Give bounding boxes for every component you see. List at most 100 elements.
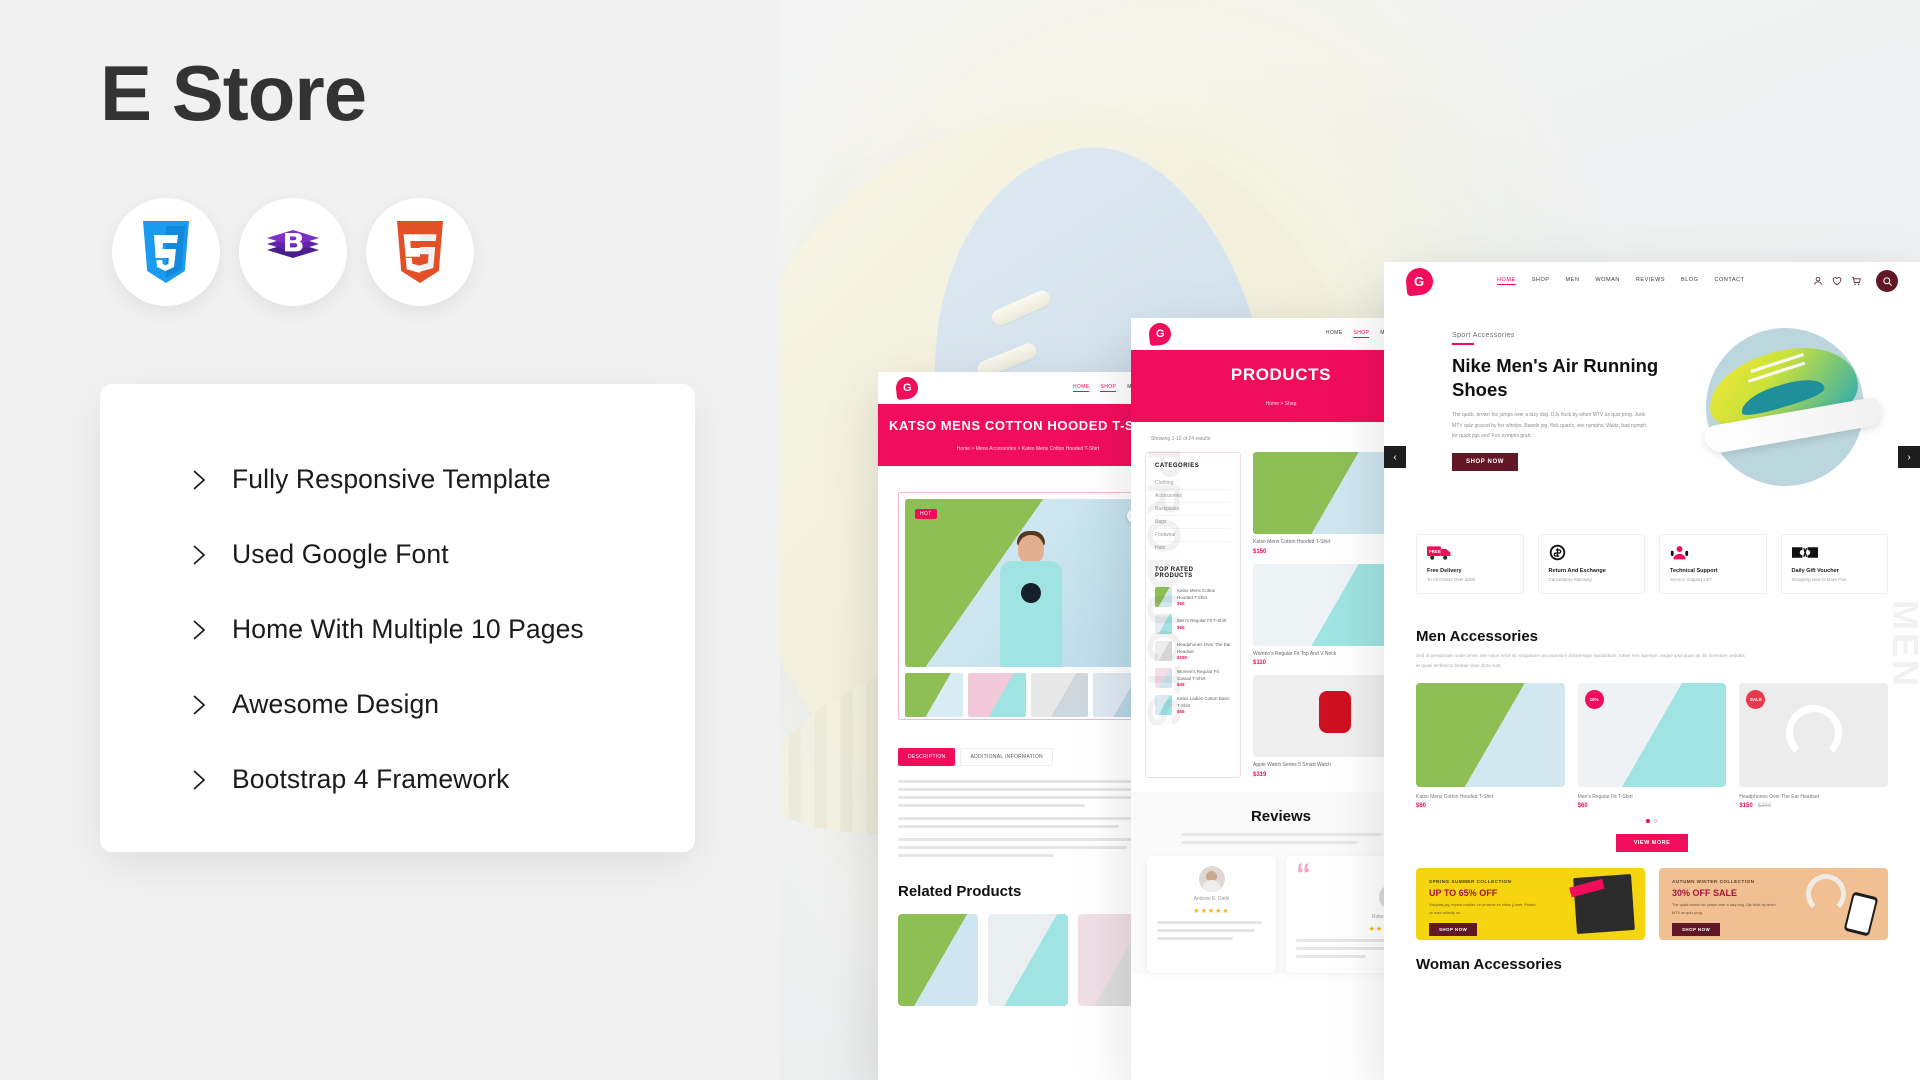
search-icon[interactable] xyxy=(1876,270,1898,292)
review-card[interactable]: Andrew E. Diehl ★★★★★ xyxy=(1147,855,1276,973)
product-gallery: HOT xyxy=(898,492,1158,720)
product-card[interactable]: Katso Mens Cotton Hooded T-Shirt $60 xyxy=(1416,683,1565,809)
promo-shop-now-button[interactable]: SHOP NOW xyxy=(1429,923,1478,937)
promo-shop-now-button[interactable]: SHOP NOW xyxy=(1672,923,1721,937)
promo-kicker: AUTUMN WINTER COLLECTION xyxy=(1672,879,1755,885)
feature-item[interactable]: Awesome Design xyxy=(186,667,695,742)
hero-image-column: › MEN xyxy=(1686,300,1920,689)
related-products-row xyxy=(898,914,1158,1006)
feature-label: Bootstrap 4 Framework xyxy=(232,764,510,794)
headphones-graphic xyxy=(1806,874,1846,915)
nav-link[interactable]: HOME xyxy=(1326,330,1343,338)
home-navbar: G HOME SHOP MEN WOMAN REVIEWS BLOG CONTA… xyxy=(1384,262,1920,300)
chevron-right-icon xyxy=(186,767,212,793)
svg-text:FREE: FREE xyxy=(1429,549,1441,554)
gift-voucher-icon xyxy=(1791,544,1878,561)
feature-title: Daily Gift Voucher xyxy=(1791,568,1839,574)
promo-banners: SPRING SUMMER COLLECTION UP TO 65% OFF V… xyxy=(1384,852,1920,941)
carousel-next-button[interactable]: › xyxy=(1898,446,1920,468)
html5-badge xyxy=(366,198,474,306)
brand-logo[interactable]: G xyxy=(1147,321,1173,347)
tab-description[interactable]: DESCRIPTION xyxy=(898,748,956,766)
feature-sub: Service Support 24/7 xyxy=(1670,577,1713,582)
related-product-card[interactable] xyxy=(898,914,978,1006)
product-title: Men's Regular Fit T-Shirt xyxy=(1577,794,1633,801)
feature-technical-support[interactable]: Technical Support Service Support 24/7 xyxy=(1659,534,1767,594)
star-rating: ★★★★★ xyxy=(1193,907,1230,915)
hero-text-column: Sport Accessories Nike Men's Air Running… xyxy=(1384,300,1688,516)
carousel-dot[interactable] xyxy=(1654,819,1658,824)
heart-icon[interactable] xyxy=(1832,276,1842,286)
promo-paragraph: Voluptas jay, expels mother, ce prosime … xyxy=(1429,903,1536,915)
sale-badge: SALE xyxy=(1746,690,1766,710)
carousel-dots[interactable] xyxy=(1416,819,1888,824)
sneaker-illustration xyxy=(1686,334,1891,469)
hero-paragraph: The quick, brown fox jumps over a lazy d… xyxy=(1452,412,1648,440)
home-nav-icons xyxy=(1813,270,1898,292)
thumbnail[interactable] xyxy=(1030,673,1089,717)
avatar xyxy=(1198,865,1225,892)
detail-tab-body xyxy=(898,780,1158,857)
hot-badge: HOT xyxy=(915,509,937,519)
product-card[interactable]: SALE Headphones Over The Ear Headset $15… xyxy=(1739,683,1889,809)
cart-icon[interactable] xyxy=(1851,276,1861,286)
woman-accessories-heading: Woman Accessories xyxy=(1384,940,1920,974)
chevron-right-icon xyxy=(186,542,212,568)
carousel-prev-button[interactable]: ‹ xyxy=(1384,446,1406,468)
feature-gift-voucher[interactable]: Daily Gift Voucher Shopping Now Is More … xyxy=(1780,534,1888,594)
product-image[interactable]: SALE xyxy=(1739,683,1889,788)
carousel-dot[interactable] xyxy=(1646,819,1650,824)
feature-free-delivery[interactable]: FREE Free Delivery To All Orders Over $2… xyxy=(1416,534,1524,594)
chevron-right-icon xyxy=(186,467,212,493)
detail-band-title: KATSO MENS COTTON HOODED T-SHIRT xyxy=(889,418,1167,433)
nav-link-home[interactable]: HOME xyxy=(1497,277,1516,285)
nav-link-shop[interactable]: SHOP xyxy=(1532,277,1550,285)
product-card[interactable]: 10% Men's Regular Fit T-Shirt $60 xyxy=(1577,683,1727,809)
hero-eyebrow: Sport Accessories xyxy=(1452,332,1688,345)
feature-item[interactable]: Bootstrap 4 Framework xyxy=(186,742,695,817)
nav-link-men[interactable]: MEN xyxy=(1566,277,1580,285)
thumbnail[interactable] xyxy=(905,673,963,717)
feature-item[interactable]: Home With Multiple 10 Pages xyxy=(186,592,695,667)
promo-paragraph: The quick brown fox jumps over a lazy do… xyxy=(1672,903,1776,915)
promo-spring-summer[interactable]: SPRING SUMMER COLLECTION UP TO 65% OFF V… xyxy=(1416,868,1645,941)
detail-tabs: DESCRIPTION ADDITIONAL INFORMATION xyxy=(898,748,1158,766)
nav-link-blog[interactable]: BLOG xyxy=(1681,277,1698,285)
feature-title: Technical Support xyxy=(1670,568,1718,574)
feature-sub: Cancelatory Warranty xyxy=(1548,577,1592,582)
hero-shop-now-button[interactable]: SHOP NOW xyxy=(1452,452,1519,471)
css3-icon xyxy=(140,221,192,283)
related-products-heading: Related Products xyxy=(898,883,1022,900)
technical-support-icon xyxy=(1670,544,1756,561)
feature-return-exchange[interactable]: Return And Exchange Cancelatory Warranty xyxy=(1537,534,1645,594)
brand-logo[interactable]: G xyxy=(894,375,920,401)
thumbnail[interactable] xyxy=(967,673,1026,717)
men-accessories-paragraph: Sed ut perspiciatis unde omnis iste natu… xyxy=(1416,653,1745,669)
product-image[interactable] xyxy=(1416,683,1565,788)
product-image[interactable]: 10% xyxy=(1577,683,1727,788)
home-nav-links: HOME SHOP MEN WOMAN REVIEWS BLOG CONTACT xyxy=(1497,277,1745,285)
user-icon[interactable] xyxy=(1813,276,1823,286)
chalkboard-graphic xyxy=(1573,874,1635,935)
breadcrumb: Home > Shop xyxy=(1265,401,1297,407)
product-title: Katso Mens Cotton Hooded T-Shirt xyxy=(1416,794,1494,801)
nav-link-woman[interactable]: WOMAN xyxy=(1595,277,1619,285)
nav-link-contact[interactable]: CONTACT xyxy=(1715,277,1745,285)
reviews-heading: Reviews xyxy=(1250,807,1312,825)
tab-additional-information[interactable]: ADDITIONAL INFORMATION xyxy=(960,748,1053,766)
gallery-main-image[interactable]: HOT xyxy=(905,499,1151,667)
feature-item[interactable]: Fully Responsive Template xyxy=(186,442,695,517)
brand-logo[interactable]: G xyxy=(1404,266,1435,296)
breadcrumb: Home > Mens Accessories > Katso Mens Cot… xyxy=(956,446,1100,452)
promo-autumn-winter[interactable]: AUTUMN WINTER COLLECTION 30% OFF SALE Th… xyxy=(1659,868,1888,941)
nav-link-reviews[interactable]: REVIEWS xyxy=(1636,277,1665,285)
gallery-thumbnails xyxy=(905,673,1151,717)
related-product-card[interactable] xyxy=(988,914,1068,1006)
feature-item[interactable]: Used Google Font xyxy=(186,517,695,592)
nav-link-shop[interactable]: SHOP xyxy=(1100,384,1117,392)
nav-link[interactable]: HOME xyxy=(1072,384,1090,392)
features-card: Fully Responsive Template Used Google Fo… xyxy=(100,384,695,852)
mockup-home: G HOME SHOP MEN WOMAN REVIEWS BLOG CONTA… xyxy=(1384,262,1920,1080)
nav-link-shop[interactable]: SHOP xyxy=(1353,330,1370,338)
view-more-button[interactable]: VIEW MORE xyxy=(1616,834,1688,853)
